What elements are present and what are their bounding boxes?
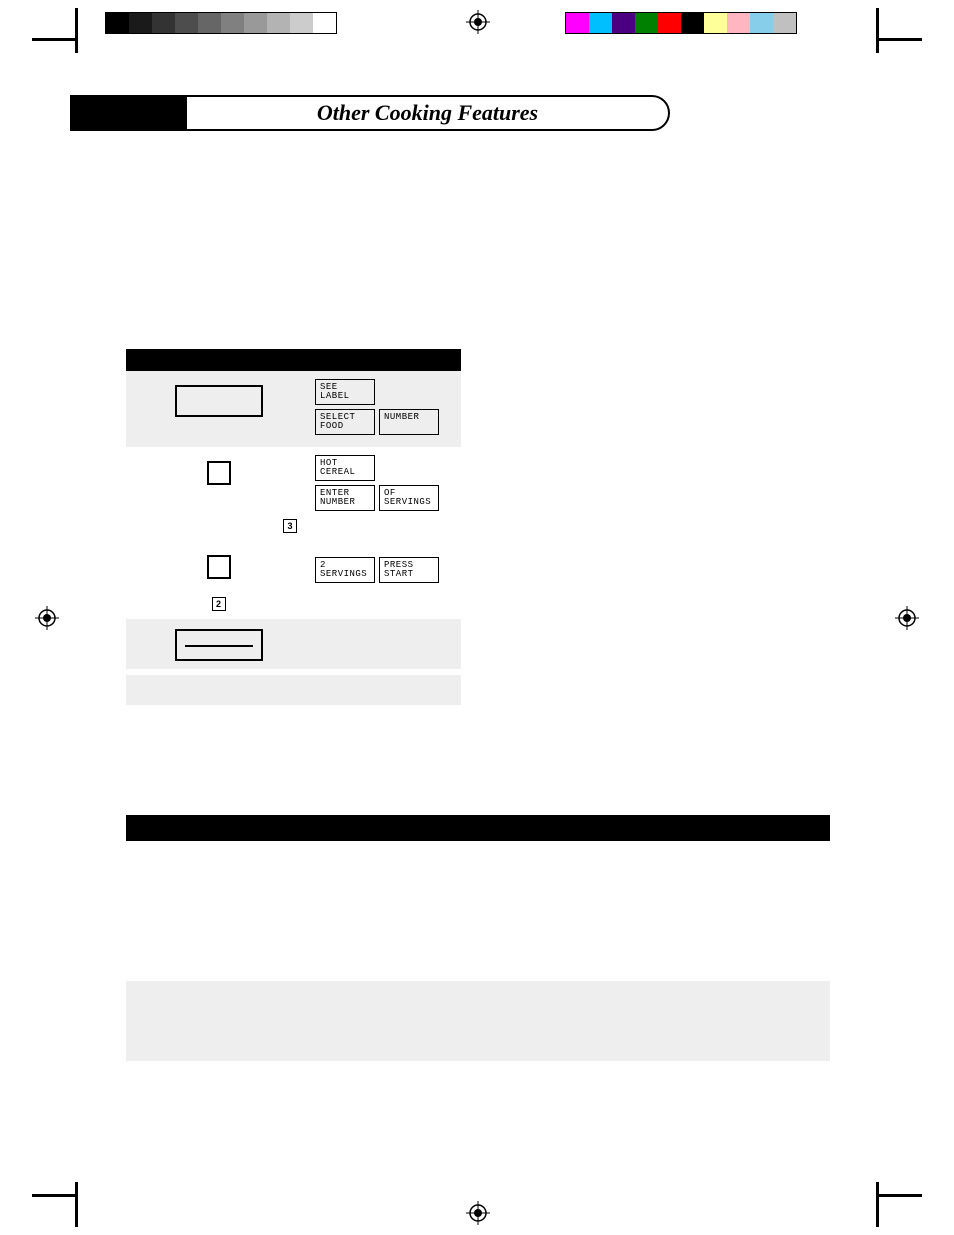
- instruction-table: SEELABEL SELECTFOOD NUMBER 3 HOTCEREAL E…: [126, 349, 461, 705]
- display-panel: SEELABEL: [315, 379, 375, 405]
- section-heading: Other Cooking Features: [70, 95, 670, 131]
- page-title: Other Cooking Features: [187, 100, 668, 126]
- table-row: [126, 675, 461, 705]
- color-bar: [565, 12, 797, 34]
- table-row: 3 HOTCEREAL ENTERNUMBER OFSERVINGS: [126, 447, 461, 541]
- table-header: [126, 349, 461, 371]
- start-button[interactable]: [175, 629, 263, 661]
- breakfast-button[interactable]: [175, 385, 263, 417]
- crop-mark: [75, 8, 78, 53]
- display-panel: 2SERVINGS: [315, 557, 375, 583]
- registration-mark-icon: [35, 606, 59, 630]
- number-pad-button[interactable]: [207, 555, 231, 579]
- crop-mark: [877, 38, 922, 41]
- display-panel: OFSERVINGS: [379, 485, 439, 511]
- table-header: [126, 815, 830, 841]
- display-panel: ENTERNUMBER: [315, 485, 375, 511]
- keypad-2-icon: 2: [212, 597, 226, 611]
- display-panel: SELECTFOOD: [315, 409, 375, 435]
- crop-mark: [32, 38, 77, 41]
- grayscale-bar: [105, 12, 337, 34]
- keypad-3-icon: 3: [283, 519, 297, 533]
- table-row: [126, 841, 830, 981]
- crop-mark: [877, 1194, 922, 1197]
- crop-mark: [32, 1194, 77, 1197]
- table-row: 2 2SERVINGS PRESSSTART: [126, 541, 461, 619]
- crop-mark: [75, 1182, 78, 1227]
- crop-mark: [876, 8, 879, 53]
- table-row: [126, 619, 461, 669]
- table-row: SEELABEL SELECTFOOD NUMBER: [126, 371, 461, 447]
- number-pad-button[interactable]: [207, 461, 231, 485]
- table-row: [126, 981, 830, 1061]
- display-panel: PRESSSTART: [379, 557, 439, 583]
- heading-accent: [72, 97, 187, 129]
- display-panel: HOTCEREAL: [315, 455, 375, 481]
- registration-mark-icon: [895, 606, 919, 630]
- food-table: [126, 815, 830, 1061]
- crop-mark: [876, 1182, 879, 1227]
- registration-mark-icon: [466, 1201, 490, 1225]
- display-panel: NUMBER: [379, 409, 439, 435]
- registration-mark-icon: [466, 10, 490, 34]
